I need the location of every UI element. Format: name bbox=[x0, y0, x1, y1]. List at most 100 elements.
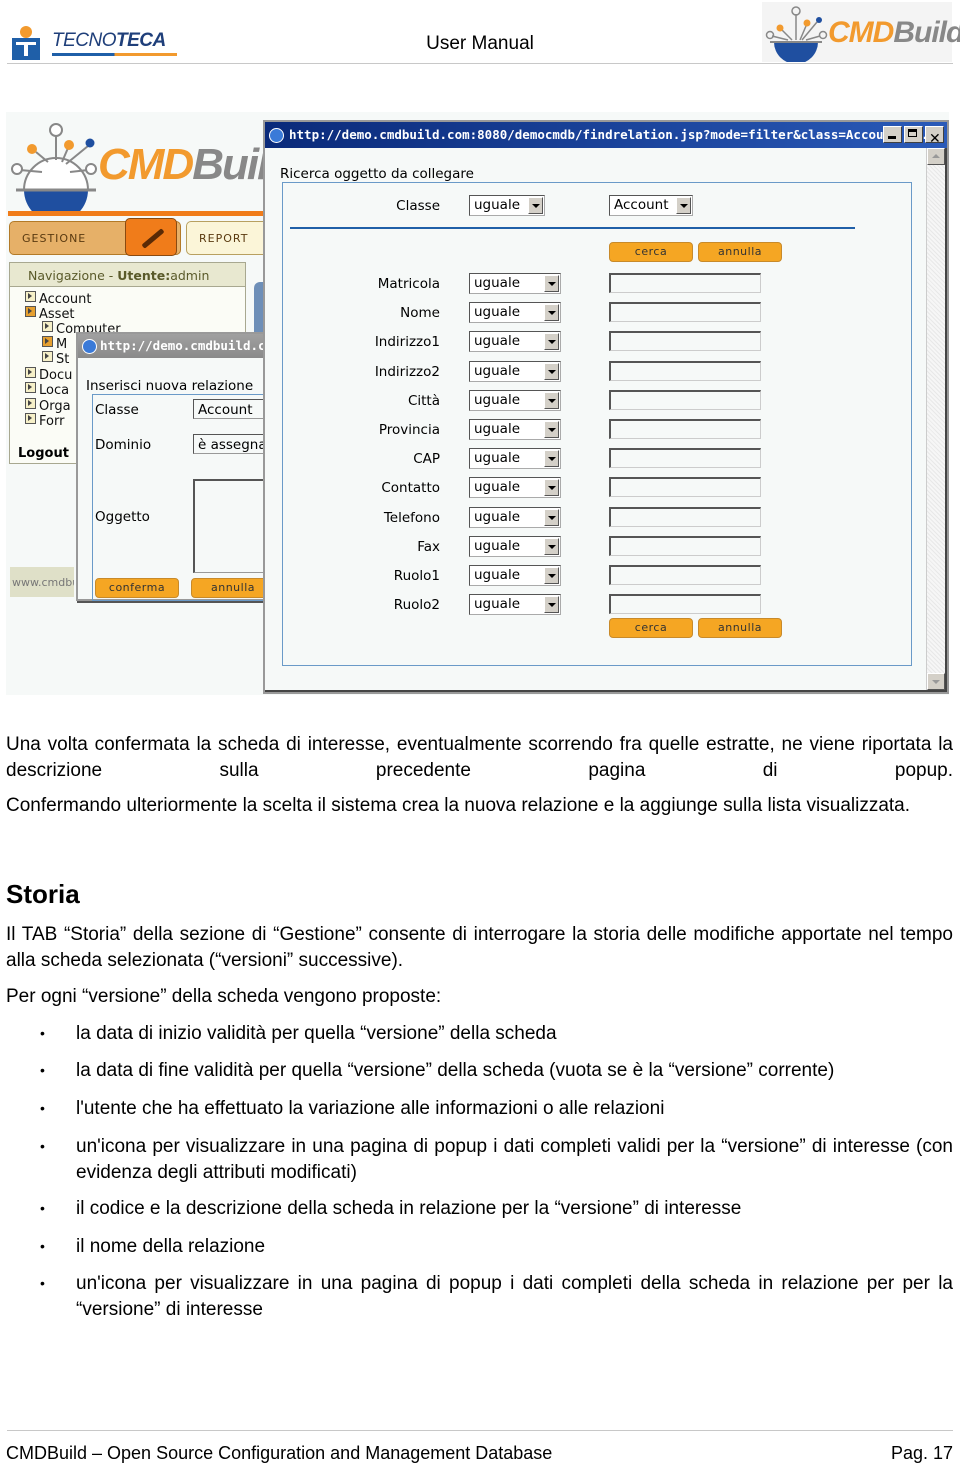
filter-label-ruolo1: Ruolo1 bbox=[393, 568, 440, 584]
dropdown-arrow-icon bbox=[544, 450, 559, 468]
search-popup-titlebar: http://demo.cmdbuild.com:8080/democmdb/f… bbox=[265, 122, 947, 148]
expand-icon bbox=[25, 382, 36, 393]
scroll-down-icon[interactable] bbox=[927, 673, 945, 690]
filter-operator-select-nome[interactable]: uguale bbox=[469, 302, 561, 324]
cmdbuild-logo: CMDBuild bbox=[762, 2, 960, 62]
bullet-icon: • bbox=[40, 1238, 45, 1254]
nav-item-docu[interactable]: Docu bbox=[25, 367, 72, 383]
insert-popup-titlebar: http://demo.cmdbuild.com bbox=[78, 334, 268, 358]
cmdbuild-wordmark: CMDBuild bbox=[828, 16, 960, 49]
dropdown-arrow-icon bbox=[544, 479, 559, 497]
nav-item-loca[interactable]: Loca bbox=[25, 382, 69, 398]
filter-operator-select-fax[interactable]: uguale bbox=[469, 535, 561, 557]
class-operator-select[interactable]: uguale bbox=[469, 195, 545, 216]
annulla-button-bottom[interactable]: annulla bbox=[698, 618, 782, 638]
filter-value-input-ruolo2[interactable] bbox=[609, 594, 761, 615]
cmdbuild-molecule-icon bbox=[765, 6, 828, 62]
filter-value-input-cap[interactable] bbox=[609, 448, 761, 469]
browser-icon bbox=[82, 339, 97, 354]
dominio-label: Dominio bbox=[95, 437, 152, 453]
footer-divider bbox=[7, 1430, 953, 1431]
filter-value-input-ruolo1[interactable] bbox=[609, 565, 761, 585]
filter-operator-select-ruolo1[interactable]: uguale bbox=[469, 565, 561, 586]
app-logo: CMDBuild bbox=[6, 112, 294, 212]
list-item: la data di inizio validità per quella “v… bbox=[76, 1023, 557, 1044]
filter-value-input-telefono[interactable] bbox=[609, 506, 761, 527]
maximize-icon[interactable] bbox=[904, 126, 923, 143]
app-main-tabs: GESTIONE REPORT bbox=[8, 218, 278, 256]
classe-label: Classe bbox=[95, 402, 139, 418]
filter-operator-select-telefono[interactable]: uguale bbox=[469, 506, 561, 528]
tab-gestione-label: GESTIONE bbox=[22, 232, 87, 245]
search-relation-popup: http://demo.cmdbuild.com:8080/democmdb/f… bbox=[263, 120, 949, 694]
section-title-storia: Storia bbox=[6, 879, 80, 909]
nav-item-account[interactable]: Account bbox=[25, 291, 92, 307]
filter-label-indirizzo2: Indirizzo2 bbox=[374, 363, 440, 380]
filter-label-provincia: Provincia bbox=[378, 422, 440, 438]
bullet-icon: • bbox=[40, 1275, 45, 1291]
paragraph-storia-intro: Il TAB “Storia” della sezione di “Gestio… bbox=[6, 924, 953, 971]
filter-value-input-provincia[interactable] bbox=[609, 419, 761, 439]
expand-icon bbox=[25, 413, 36, 424]
app-footer-url: www.cmdbuild.org bbox=[10, 567, 74, 597]
search-popup-legend: Ricerca oggetto da collegare bbox=[280, 166, 474, 182]
page-header: TECNOTECA User Manual CMDBuild bbox=[0, 0, 960, 66]
cerca-button-top[interactable]: cerca bbox=[609, 242, 693, 262]
filter-value-input-indirizzo1[interactable] bbox=[609, 331, 761, 352]
expand-icon bbox=[25, 291, 36, 302]
filter-value-input-fax[interactable] bbox=[609, 535, 761, 556]
browser-icon bbox=[269, 128, 284, 143]
filter-value-input-nome[interactable] bbox=[609, 302, 761, 323]
filter-value-input-citt-[interactable] bbox=[609, 389, 761, 410]
filter-operator-select-cap[interactable]: uguale bbox=[469, 448, 561, 470]
nav-item-m[interactable]: M bbox=[42, 336, 67, 352]
dropdown-arrow-icon bbox=[544, 333, 559, 351]
nav-item-st[interactable]: St bbox=[42, 351, 69, 367]
tab-report-label: REPORT bbox=[199, 232, 249, 245]
nav-item-forr[interactable]: Forr bbox=[25, 413, 64, 429]
expand-icon bbox=[25, 306, 36, 317]
list-item: il nome della relazione bbox=[76, 1236, 266, 1257]
filter-operator-select-citt-[interactable]: uguale bbox=[469, 389, 561, 411]
filter-operator-select-indirizzo2[interactable]: uguale bbox=[469, 360, 561, 382]
filter-label-nome: Nome bbox=[400, 305, 440, 322]
vertical-scrollbar[interactable] bbox=[926, 148, 945, 690]
filter-operator-select-ruolo2[interactable]: uguale bbox=[469, 594, 561, 616]
cerca-button-bottom[interactable]: cerca bbox=[609, 618, 693, 638]
list-item: un'icona per visualizzare in una pagina … bbox=[76, 1136, 953, 1183]
insert-popup-legend: Inserisci nuova relazione bbox=[86, 378, 254, 394]
annulla-button-top[interactable]: annulla bbox=[698, 242, 782, 262]
filter-value-input-contatto[interactable] bbox=[609, 477, 761, 498]
list-item: l'utente che ha effettuato la variazione… bbox=[76, 1098, 665, 1119]
filter-label-matricola: Matricola bbox=[377, 276, 440, 292]
filter-value-input-indirizzo2[interactable] bbox=[609, 360, 761, 381]
filter-operator-select-matricola[interactable]: uguale bbox=[469, 273, 561, 294]
logout-link[interactable]: Logout bbox=[18, 446, 69, 461]
filter-label-contatto: Contatto bbox=[381, 480, 440, 497]
dropdown-arrow-icon bbox=[544, 508, 559, 526]
scroll-up-icon[interactable] bbox=[927, 148, 945, 165]
wrench-icon[interactable] bbox=[125, 218, 177, 256]
insert-popup-fieldset: Classe Account Dominio è assegna Oggetto… bbox=[92, 394, 283, 601]
dropdown-arrow-icon bbox=[544, 596, 559, 614]
filter-operator-select-contatto[interactable]: uguale bbox=[469, 477, 561, 499]
paragraph-confirm: Una volta confermata la scheda di intere… bbox=[6, 734, 953, 781]
bullet-icon: • bbox=[40, 1200, 45, 1216]
section-separator bbox=[290, 227, 855, 229]
conferma-button[interactable]: conferma bbox=[95, 578, 179, 598]
class-filter-label: Classe bbox=[396, 198, 440, 214]
filter-operator-select-indirizzo1[interactable]: uguale bbox=[469, 331, 561, 353]
paragraph-list-intro: Per ogni “versione” della scheda vengono… bbox=[6, 986, 442, 1007]
close-icon[interactable] bbox=[925, 126, 944, 148]
dropdown-arrow-icon bbox=[544, 537, 559, 555]
nav-item-orga[interactable]: Orga bbox=[25, 398, 71, 414]
expand-icon bbox=[42, 336, 53, 347]
dropdown-arrow-icon bbox=[544, 391, 559, 409]
filter-value-input-matricola[interactable] bbox=[609, 273, 761, 293]
minimize-icon[interactable] bbox=[883, 126, 902, 143]
nav-item-asset[interactable]: Asset bbox=[25, 306, 75, 322]
filter-operator-select-provincia[interactable]: uguale bbox=[469, 419, 561, 440]
bullet-icon: • bbox=[40, 1138, 45, 1154]
class-value-select[interactable]: Account bbox=[609, 195, 693, 216]
bullet-icon: • bbox=[40, 1100, 45, 1116]
